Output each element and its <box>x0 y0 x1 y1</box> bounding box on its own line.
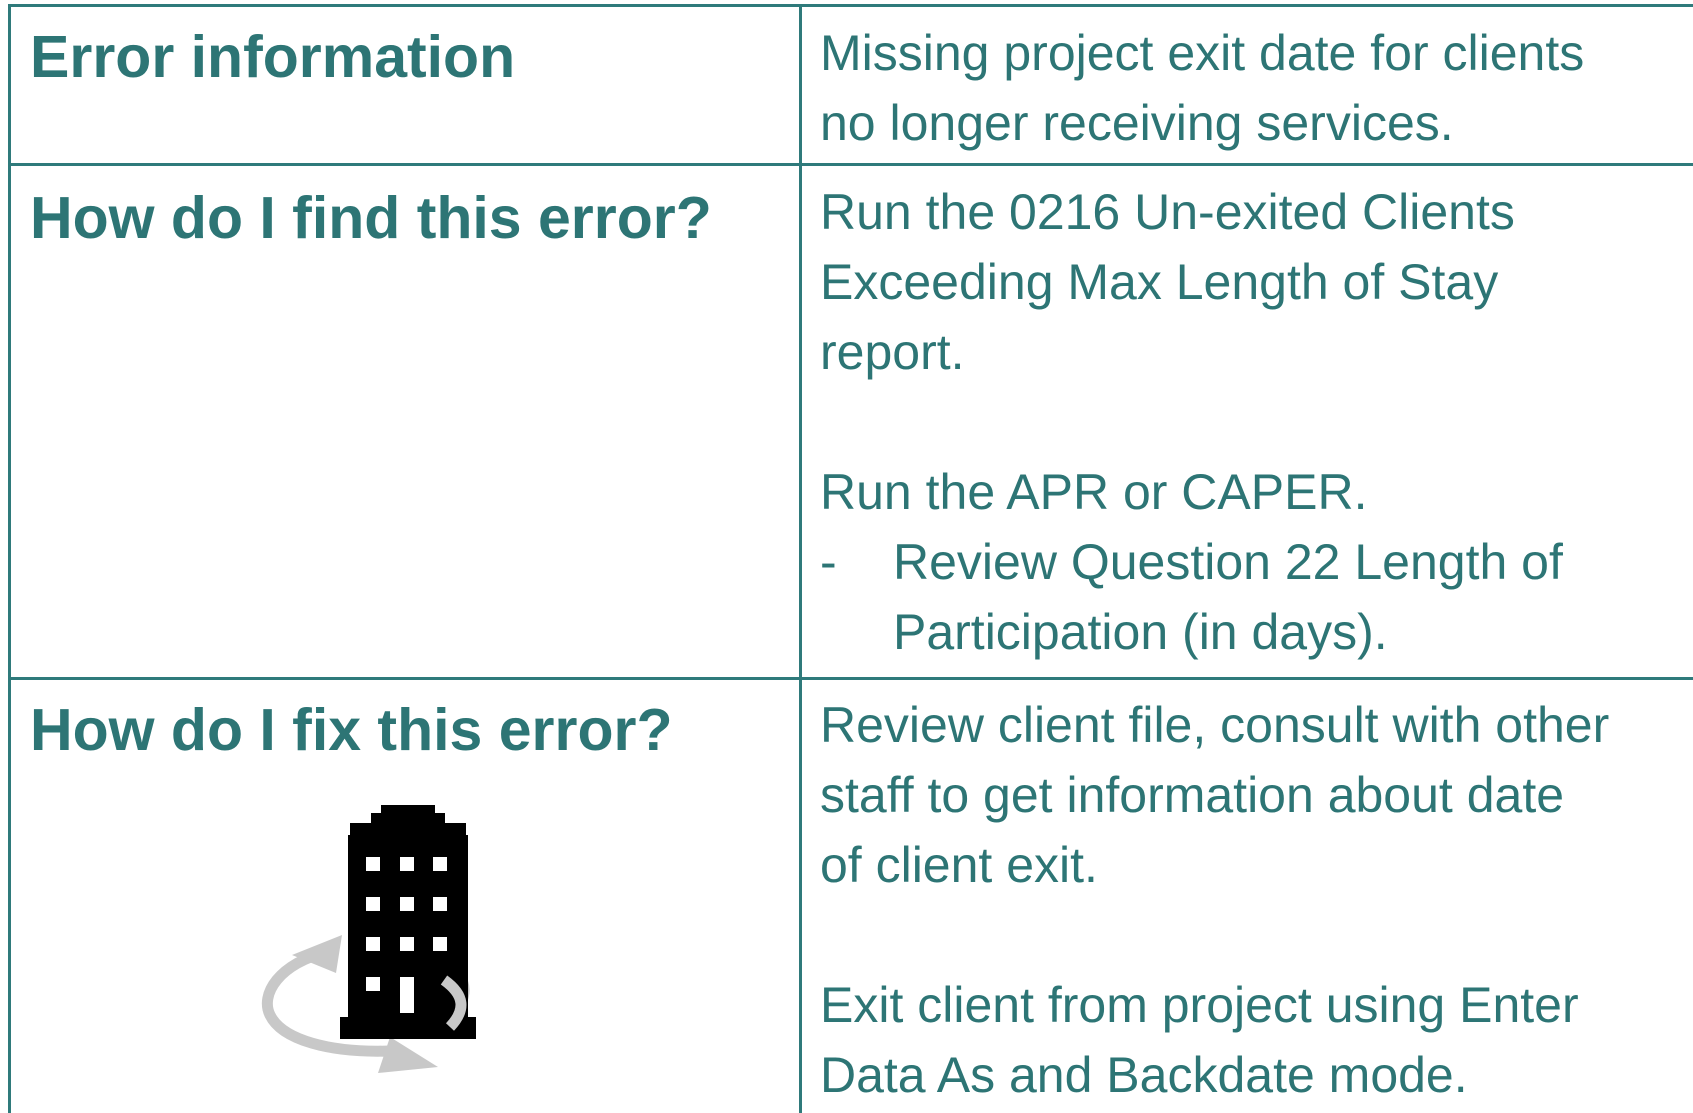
bullet-dash: - <box>820 534 837 590</box>
table-border-top <box>8 4 1693 7</box>
text-line: Run the APR or CAPER. <box>820 464 1368 520</box>
row-label-fix-error: How do I fix this error? <box>30 697 673 763</box>
row-text-fix-error: Review client file, consult with other s… <box>820 690 1609 1110</box>
row-text-error-information: Missing project exit date for clients no… <box>820 18 1584 158</box>
table-border-left <box>8 4 11 1113</box>
row-label-error-information: Error information <box>30 24 516 90</box>
text-line: Exceeding Max Length of Stay <box>820 254 1499 310</box>
text-line: Data As and Backdate mode. <box>820 1047 1468 1103</box>
text-line: Review client file, consult with other <box>820 697 1610 753</box>
table-row-divider-2 <box>8 677 1693 680</box>
table-row-divider-1 <box>8 163 1693 166</box>
table-column-divider <box>799 4 802 1113</box>
building-refresh-icon <box>260 805 490 1075</box>
text-line: Run the 0216 Un-exited Clients <box>820 184 1515 240</box>
bullet-line: Review Question 22 Length of <box>893 534 1563 590</box>
text-line: Exit client from project using Enter <box>820 977 1579 1033</box>
text-line <box>820 900 1609 970</box>
text-line: report. <box>820 324 965 380</box>
bullet-item: - Review Question 22 Length of Participa… <box>820 527 1563 667</box>
text-line <box>820 387 1563 457</box>
error-info-table: Error information Missing project exit d… <box>0 0 1693 1113</box>
text-line: of client exit. <box>820 837 1098 893</box>
row-label-find-error: How do I find this error? <box>30 185 712 251</box>
bullet-line: Participation (in days). <box>893 604 1388 660</box>
text-line: staff to get information about date <box>820 767 1565 823</box>
text-line: Missing project exit date for clients <box>820 25 1585 81</box>
row-text-find-error: Run the 0216 Un-exited Clients Exceeding… <box>820 177 1563 667</box>
text-line: no longer receiving services. <box>820 95 1454 151</box>
